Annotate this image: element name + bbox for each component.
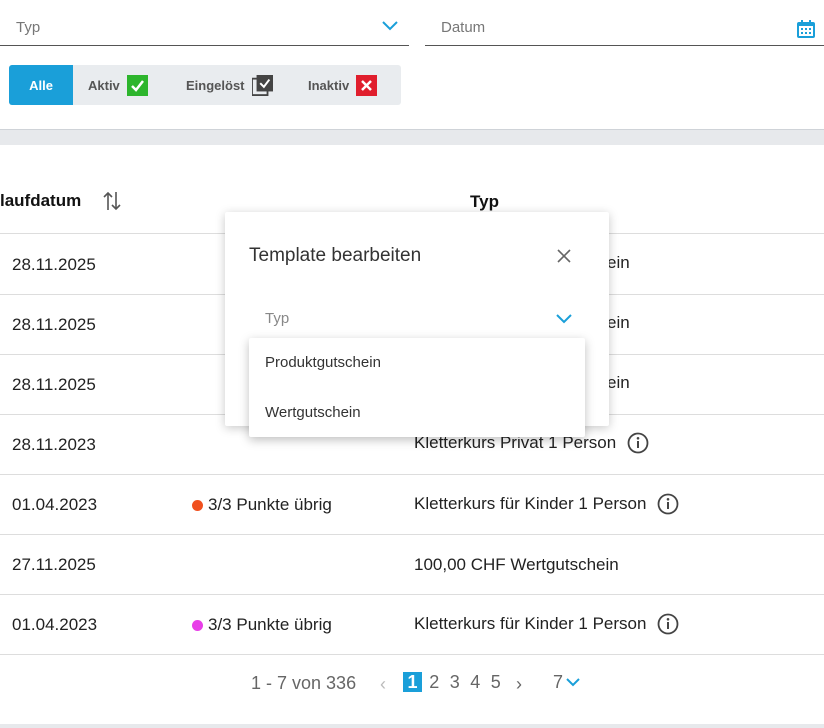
cell-date: 28.11.2025 — [12, 255, 96, 274]
typ-filter-select[interactable]: Typ — [0, 8, 409, 46]
segment-aktiv-label: Aktiv — [88, 77, 120, 93]
option-wertgutschein[interactable]: Wertgutschein — [265, 404, 361, 421]
points-text: 3/3 Punkte übrig — [208, 615, 332, 634]
cell-date: 28.11.2025 — [12, 375, 96, 394]
cell-typ-text: ein — [607, 313, 630, 332]
cell-typ-text: Kletterkurs für Kinder 1 Person — [414, 494, 647, 513]
close-icon[interactable] — [556, 248, 572, 264]
section-divider — [0, 130, 824, 145]
status-dot — [192, 619, 203, 631]
x-red-icon — [356, 74, 378, 96]
prev-page-icon[interactable]: ‹ — [380, 674, 386, 695]
segment-alle[interactable]: Alle — [9, 65, 73, 105]
option-produktgutschein[interactable]: Produktgutschein — [265, 354, 381, 371]
cell-points: 3/3 Punkte übrig — [192, 615, 332, 635]
page-4[interactable]: 4 — [465, 672, 486, 693]
info-icon[interactable] — [657, 613, 679, 635]
table-row[interactable]: 01.04.2023 3/3 Punkte übrig Kletterkurs … — [0, 475, 824, 535]
cell-typ: 100,00 CHF Wertgutschein — [414, 555, 619, 575]
page-size-select[interactable]: 7 — [553, 672, 581, 693]
column-header-ablaufdatum[interactable]: laufdatum — [0, 191, 81, 211]
cell-typ-text: Kletterkurs für Kinder 1 Person — [414, 614, 647, 633]
sort-icon[interactable] — [102, 190, 122, 212]
page-5[interactable]: 5 — [486, 672, 507, 693]
cell-typ-text: ein — [607, 373, 630, 392]
segment-inaktiv-label: Inaktiv — [308, 77, 350, 93]
status-segmented-control: Alle Aktiv Eingelöst Inaktiv — [9, 65, 401, 105]
page-size-value: 7 — [553, 672, 564, 692]
cell-date: 01.04.2023 — [12, 615, 98, 634]
chevron-down-icon — [382, 21, 398, 31]
calendar-icon[interactable] — [796, 19, 816, 39]
info-icon[interactable] — [657, 493, 679, 515]
typ-filter-placeholder: Typ — [16, 19, 41, 36]
dialog-typ-placeholder: Typ — [265, 310, 290, 327]
cell-points: 3/3 Punkte übrig — [192, 495, 332, 515]
dialog-title: Template bearbeiten — [249, 245, 422, 266]
segment-inaktiv[interactable]: Inaktiv — [295, 65, 378, 105]
cell-date: 27.11.2025 — [12, 555, 96, 574]
cell-date: 28.11.2025 — [12, 315, 96, 334]
points-text: 3/3 Punkte übrig — [208, 495, 332, 514]
page-1[interactable]: 1 — [403, 672, 422, 692]
segment-alle-label: Alle — [29, 77, 53, 93]
page-3[interactable]: 3 — [445, 672, 466, 693]
cell-typ-text: 100,00 CHF Wertgutschein — [414, 555, 619, 574]
segment-eingeloest-label: Eingelöst — [186, 77, 245, 93]
dialog-typ-select[interactable]: Typ — [249, 300, 585, 336]
chevron-down-icon — [566, 678, 580, 687]
page-2[interactable]: 2 — [424, 672, 445, 693]
cell-date: 01.04.2023 — [12, 495, 98, 514]
footer-divider — [0, 724, 824, 728]
pagination: 1 - 7 von 336 ‹ 1 2 3 4 5 › 7 — [0, 660, 824, 708]
cell-date: 28.11.2023 — [12, 435, 96, 454]
cell-typ: ein — [607, 253, 630, 273]
cell-typ-text: ein — [607, 253, 630, 272]
page-numbers: 1 2 3 4 5 — [403, 672, 506, 693]
cell-typ: ein — [607, 313, 630, 333]
info-icon[interactable] — [627, 432, 649, 454]
segment-eingeloest[interactable]: Eingelöst — [171, 65, 295, 105]
chevron-down-icon — [556, 314, 572, 324]
cell-typ: Kletterkurs für Kinder 1 Person — [414, 493, 679, 515]
pagination-range: 1 - 7 von 336 — [251, 673, 357, 693]
datum-filter-input[interactable]: Datum — [425, 8, 824, 46]
typ-dropdown-menu: Produktgutschein Wertgutschein — [249, 338, 585, 437]
datum-filter-placeholder: Datum — [441, 19, 486, 36]
segment-aktiv[interactable]: Aktiv — [73, 65, 171, 105]
cell-typ: ein — [607, 373, 630, 393]
table-row[interactable]: 27.11.2025 100,00 CHF Wertgutschein — [0, 535, 824, 595]
redeemed-copy-icon — [251, 74, 273, 96]
check-green-icon — [126, 74, 148, 96]
filter-area: Typ Datum Alle Aktiv Eingelöst Inaktiv — [0, 0, 824, 130]
next-page-icon[interactable]: › — [516, 674, 522, 695]
column-header-typ[interactable]: Typ — [470, 192, 499, 212]
status-dot — [192, 499, 203, 511]
table-row[interactable]: 01.04.2023 3/3 Punkte übrig Kletterkurs … — [0, 595, 824, 655]
cell-typ: Kletterkurs für Kinder 1 Person — [414, 613, 679, 635]
